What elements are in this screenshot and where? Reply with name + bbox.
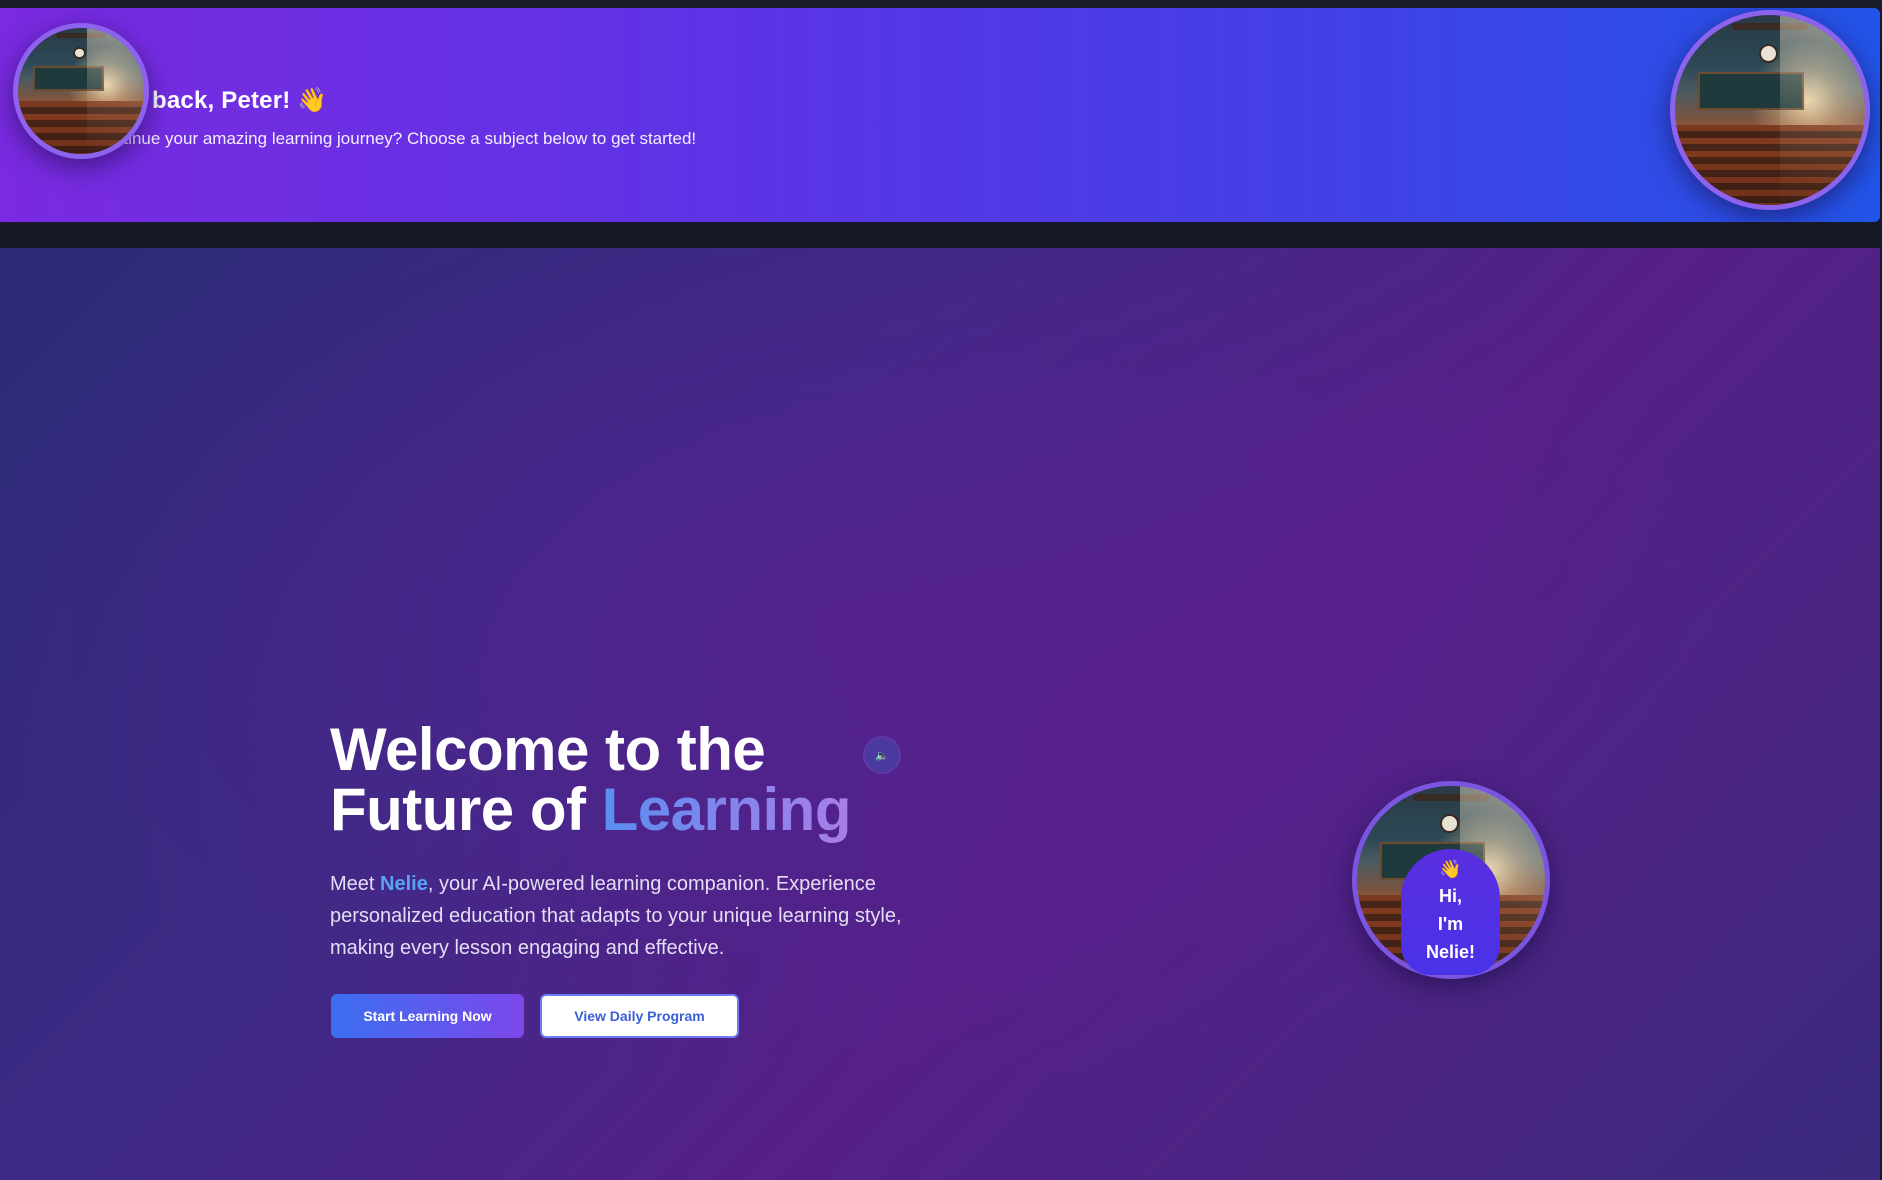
hero-section: Welcome to the Future of Learning 🔈 Meet… — [0, 248, 1880, 1180]
welcome-banner: back, Peter! 👋 ntinue your amazing learn… — [0, 8, 1880, 222]
nelie-greeting-line3: Nelie! — [1425, 942, 1476, 962]
hero-title-line1: Welcome to the — [330, 716, 766, 783]
window-top-strip — [0, 0, 1882, 8]
welcome-subtitle: ntinue your amazing learning journey? Ch… — [114, 129, 697, 148]
clock-icon — [73, 46, 87, 60]
waving-hand-icon: 👋 — [1439, 859, 1462, 879]
desc-intro: Meet — [330, 873, 381, 895]
nelie-greeting-line1: Hi, — [1438, 886, 1462, 906]
hero-title-accent: Learning — [601, 776, 852, 843]
classroom-avatar-large — [1670, 10, 1870, 210]
nelie-name: Nelie — [380, 873, 428, 895]
hero-title: Welcome to the Future of Learning — [330, 720, 851, 840]
section-divider — [0, 222, 1882, 248]
hero-title-line2: Future of — [330, 776, 602, 843]
view-daily-program-button[interactable]: View Daily Program — [540, 994, 739, 1038]
start-learning-button[interactable]: Start Learning Now — [331, 994, 524, 1038]
speaker-glyph: 🔈 — [875, 749, 889, 762]
welcome-greeting: back, Peter! 👋 — [152, 87, 328, 114]
clock-icon — [1758, 43, 1778, 63]
window-light — [87, 28, 144, 154]
hero-description: Meet Nelie, your AI-powered learning com… — [330, 868, 920, 964]
nelie-greeting-bubble[interactable]: 👋 Hi, I'm Nelie! — [1401, 849, 1500, 975]
classroom-avatar-small — [13, 23, 149, 159]
nelie-greeting-line2: I'm — [1437, 914, 1464, 934]
clock-icon — [1439, 814, 1459, 833]
window-light — [1779, 15, 1865, 205]
speaker-icon[interactable]: 🔈 — [865, 738, 899, 772]
